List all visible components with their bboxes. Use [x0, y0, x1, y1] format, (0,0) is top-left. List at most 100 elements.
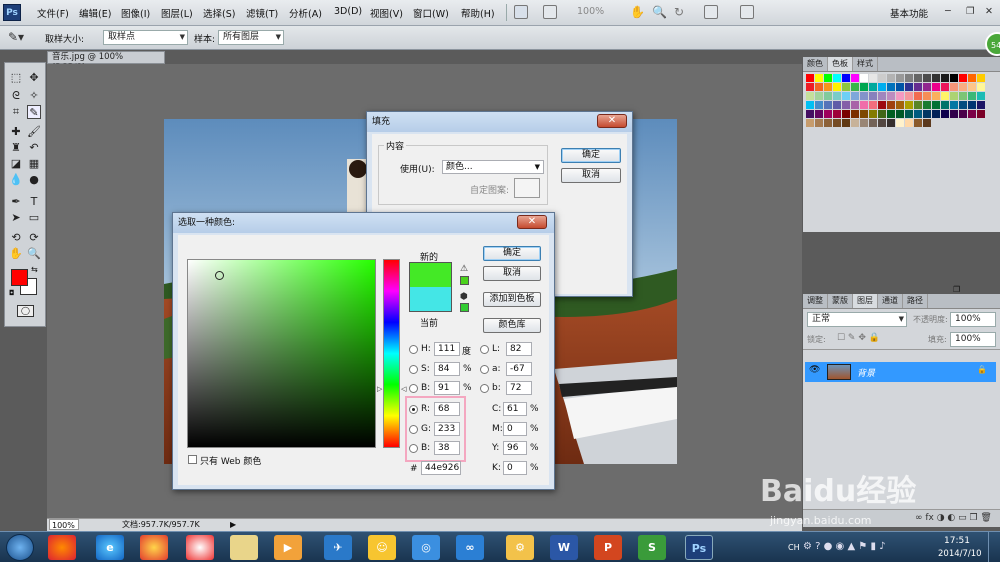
- blue-field[interactable]: 38: [434, 441, 460, 455]
- photo-viewer-icon[interactable]: [186, 535, 214, 560]
- color-swatch[interactable]: [896, 119, 904, 127]
- color-swatch[interactable]: [950, 74, 958, 82]
- color-swatch[interactable]: [851, 101, 859, 109]
- a-field[interactable]: -67: [506, 362, 532, 376]
- g-radio[interactable]: [409, 425, 418, 434]
- l-field[interactable]: 82: [506, 342, 532, 356]
- color-swatch[interactable]: [977, 83, 985, 91]
- status-zoom[interactable]: 100%: [49, 519, 79, 530]
- sample-select[interactable]: 所有图层 ▼: [218, 30, 284, 45]
- menu-layer[interactable]: 图层(L): [161, 6, 193, 20]
- eye-icon[interactable]: 👁: [809, 365, 820, 375]
- color-swatch[interactable]: [878, 83, 886, 91]
- clock-date[interactable]: 2014/7/10: [938, 549, 982, 559]
- color-swatch[interactable]: [815, 83, 823, 91]
- settings-app-icon[interactable]: ⚙: [506, 535, 534, 560]
- color-swatch[interactable]: [824, 92, 832, 100]
- swap-colors-icon[interactable]: ⇆: [31, 265, 38, 274]
- hue-slider-left-arrow-icon[interactable]: ▷: [377, 385, 382, 393]
- color-swatch[interactable]: [860, 74, 868, 82]
- current-color-swatch[interactable]: [409, 287, 452, 312]
- fill-cancel-button[interactable]: 取消: [561, 168, 621, 183]
- color-swatch[interactable]: [968, 101, 976, 109]
- quick-mask-icon[interactable]: ◯: [17, 305, 34, 317]
- color-swatch[interactable]: [968, 74, 976, 82]
- color-swatch[interactable]: [824, 110, 832, 118]
- hex-field[interactable]: 44e926: [421, 461, 461, 475]
- y-field[interactable]: 96: [503, 441, 527, 455]
- menu-file[interactable]: 文件(F): [37, 6, 69, 20]
- fill-field[interactable]: 100%: [950, 332, 996, 347]
- color-swatch[interactable]: [959, 92, 967, 100]
- color-swatch[interactable]: [959, 83, 967, 91]
- 3d-rotate-tool-icon[interactable]: ⟲: [9, 231, 23, 245]
- lab-b-field[interactable]: 72: [506, 381, 532, 395]
- default-colors-icon[interactable]: ◘: [9, 289, 15, 297]
- color-swatch[interactable]: [977, 110, 985, 118]
- pen-tool-icon[interactable]: ✒: [9, 195, 23, 209]
- color-swatch[interactable]: [806, 83, 814, 91]
- color-swatch[interactable]: [941, 92, 949, 100]
- color-swatch[interactable]: [806, 101, 814, 109]
- color-swatch[interactable]: [914, 74, 922, 82]
- color-swatch[interactable]: [905, 92, 913, 100]
- zoom-tool-icon[interactable]: 🔍: [652, 5, 667, 19]
- media-player-icon[interactable]: ▶: [274, 535, 302, 560]
- color-swatch[interactable]: [878, 119, 886, 127]
- color-swatch[interactable]: [959, 110, 967, 118]
- picker-ok-button[interactable]: 确定: [483, 246, 541, 261]
- color-swatch[interactable]: [905, 110, 913, 118]
- tab-swatches[interactable]: 色板: [828, 57, 853, 71]
- crop-tool-icon[interactable]: ⌗: [9, 105, 23, 119]
- menu-edit[interactable]: 编辑(E): [79, 6, 111, 20]
- chat-app-icon[interactable]: ☺: [368, 535, 396, 560]
- tab-adjustments[interactable]: 调整: [803, 294, 828, 308]
- color-swatch[interactable]: [869, 92, 877, 100]
- tray-icons[interactable]: ⚙ ? ● ◉ ▲ ⚑ ▮ ♪: [803, 541, 886, 552]
- color-swatch[interactable]: [887, 101, 895, 109]
- clone-stamp-tool-icon[interactable]: ♜: [9, 141, 23, 155]
- color-swatch[interactable]: [932, 74, 940, 82]
- hue-slider[interactable]: ▷ ◁: [377, 259, 406, 448]
- color-field-cursor[interactable]: [215, 271, 224, 280]
- spreadsheet-app-icon[interactable]: S: [638, 535, 666, 560]
- gamut-color-chip[interactable]: [460, 276, 469, 285]
- color-swatch[interactable]: [959, 101, 967, 109]
- blur-tool-icon[interactable]: 💧: [9, 173, 23, 187]
- color-swatch[interactable]: [896, 92, 904, 100]
- color-swatch[interactable]: [878, 101, 886, 109]
- color-swatch[interactable]: [851, 110, 859, 118]
- cloud-app-icon[interactable]: ∞: [456, 535, 484, 560]
- a-radio[interactable]: [480, 365, 489, 374]
- screen-mode-icon[interactable]: [740, 5, 754, 19]
- h-radio[interactable]: [409, 345, 418, 354]
- web-safe-color-chip[interactable]: [460, 303, 469, 312]
- document-tab[interactable]: 音乐.jpg @ 100%(RGB/8)✕: [47, 51, 165, 73]
- color-swatch[interactable]: [869, 83, 877, 91]
- b-radio[interactable]: [409, 384, 418, 393]
- menu-analysis[interactable]: 分析(A): [289, 6, 322, 20]
- zoom-tool-icon[interactable]: 🔍: [27, 247, 41, 261]
- color-swatch[interactable]: [950, 101, 958, 109]
- color-swatch[interactable]: [842, 110, 850, 118]
- clock-time[interactable]: 17:51: [944, 536, 970, 546]
- menu-3d[interactable]: 3D(D): [334, 6, 362, 17]
- close-window-icon[interactable]: ✕: [985, 6, 993, 17]
- color-swatch[interactable]: [896, 83, 904, 91]
- zoom-level[interactable]: 100%: [577, 6, 604, 17]
- menu-filter[interactable]: 滤镜(T): [246, 6, 278, 20]
- color-swatch[interactable]: [950, 83, 958, 91]
- out-of-gamut-warning-icon[interactable]: ⚠: [460, 264, 468, 274]
- color-swatch[interactable]: [905, 74, 913, 82]
- menu-help[interactable]: 帮助(H): [461, 6, 495, 20]
- color-swatch[interactable]: [950, 92, 958, 100]
- color-swatch[interactable]: [932, 83, 940, 91]
- view-extras-icon[interactable]: [543, 5, 557, 19]
- color-swatch[interactable]: [860, 101, 868, 109]
- restore-window-icon[interactable]: ❐: [966, 6, 975, 17]
- color-swatch[interactable]: [923, 101, 931, 109]
- web-safe-warning-icon[interactable]: ⬢: [460, 292, 468, 302]
- k-field[interactable]: 0: [503, 461, 527, 475]
- internet-explorer-icon[interactable]: e: [96, 535, 124, 560]
- l-radio[interactable]: [480, 345, 489, 354]
